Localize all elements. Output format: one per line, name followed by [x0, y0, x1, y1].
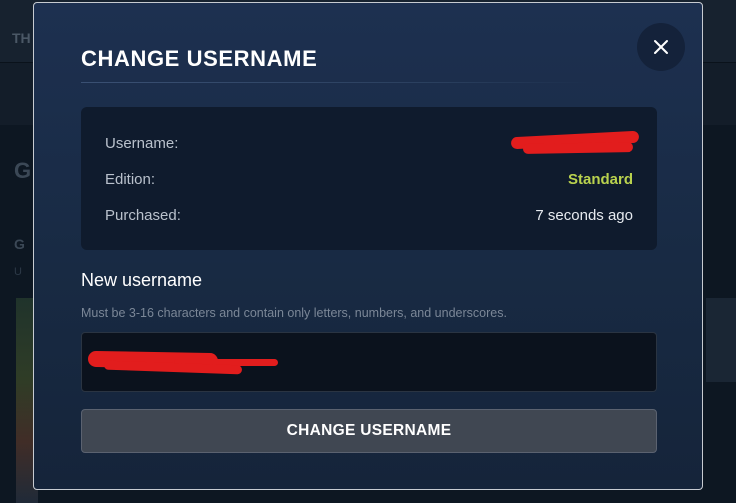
info-row-purchased: Purchased: 7 seconds ago [105, 205, 633, 225]
purchased-label: Purchased: [105, 206, 181, 224]
background-caption: U [14, 266, 22, 278]
account-info-card: Username: Edition: Standard Purchased: 7… [81, 107, 657, 250]
purchased-value: 7 seconds ago [535, 206, 633, 224]
new-username-label: New username [81, 270, 203, 290]
username-label: Username: [105, 134, 179, 152]
title-divider [81, 82, 589, 83]
change-username-modal: CHANGE USERNAME Username: Edition: Stand… [33, 2, 703, 490]
new-username-hint: Must be 3-16 characters and contain only… [81, 306, 507, 320]
change-username-button[interactable]: CHANGE USERNAME [81, 409, 657, 453]
edition-value: Standard [567, 170, 633, 188]
edition-label: Edition: [105, 170, 156, 188]
info-row-edition: Edition: Standard [105, 169, 633, 189]
background-side-panel [706, 298, 736, 382]
modal-title: CHANGE USERNAME [81, 46, 318, 71]
background-nav-text: TH [12, 30, 31, 46]
background-heading: G [14, 158, 32, 183]
background-subheading: G [14, 236, 25, 252]
close-button[interactable] [637, 23, 685, 71]
redaction-mark [522, 142, 634, 154]
close-icon [654, 40, 668, 54]
